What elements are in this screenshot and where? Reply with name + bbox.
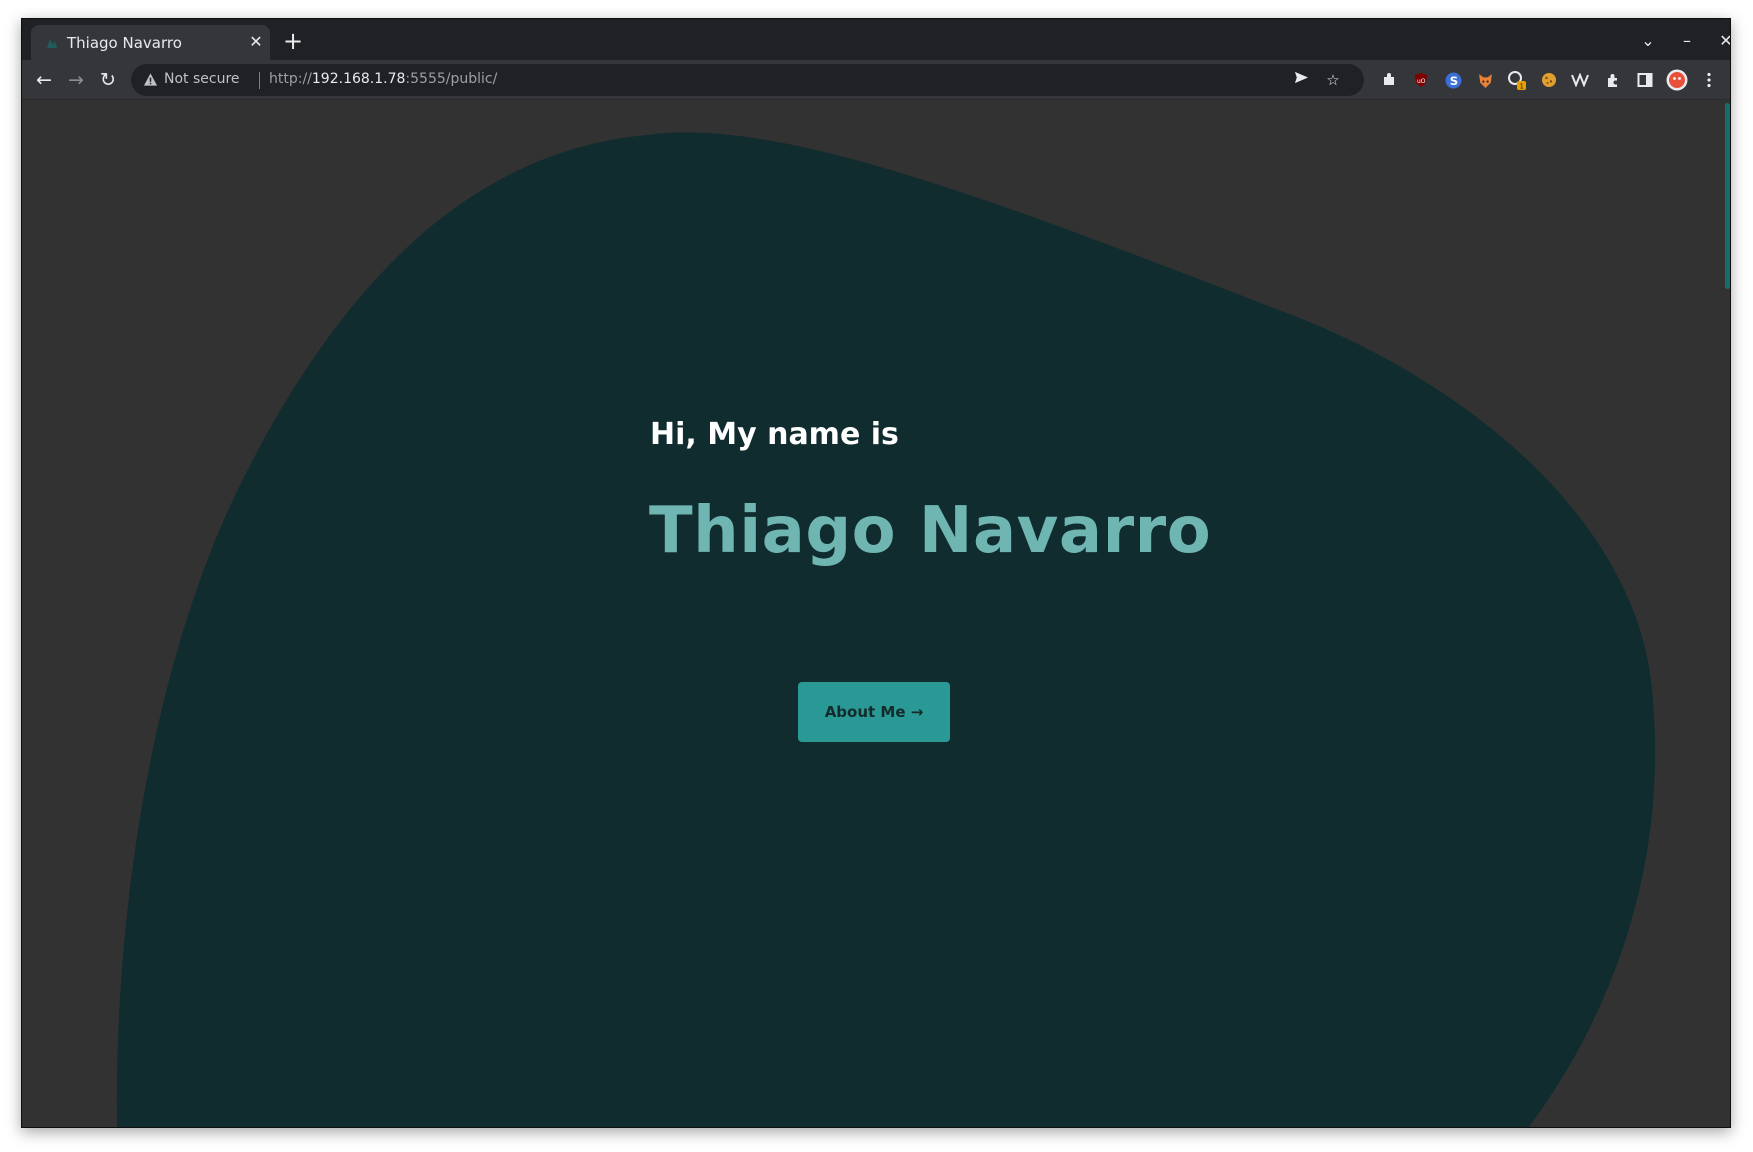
fox-extension-icon[interactable]: [1473, 68, 1497, 92]
menu-icon[interactable]: [1697, 68, 1721, 92]
url-scheme: http://: [269, 71, 312, 87]
scrollbar-thumb[interactable]: [1725, 103, 1730, 289]
page-viewport: Hi, My name is Thiago Navarro About Me →: [22, 101, 1730, 1127]
sync-extension-icon[interactable]: 1: [1505, 68, 1529, 92]
tab-search-chevron-icon[interactable]: ⌄: [1635, 28, 1661, 54]
extensions-icon[interactable]: [1601, 68, 1625, 92]
ublock-icon[interactable]: uO: [1409, 68, 1433, 92]
url-text[interactable]: http://192.168.1.78:5555/public/: [269, 71, 497, 87]
browser-toolbar: ← → ↻ Not secure http://192.168.1.78:555…: [22, 60, 1730, 100]
reload-button[interactable]: ↻: [96, 68, 120, 92]
hero-greeting: Hi, My name is: [650, 417, 899, 452]
url-host: 192.168.1.78: [311, 71, 406, 87]
s-extension-icon[interactable]: S: [1441, 68, 1465, 92]
about-me-button[interactable]: About Me →: [798, 682, 950, 742]
close-window-button[interactable]: ✕: [1713, 28, 1730, 54]
background-blob: [116, 132, 1656, 1127]
extension-puzzle-icon[interactable]: [1377, 68, 1401, 92]
send-icon[interactable]: [1290, 69, 1312, 91]
address-bar[interactable]: Not secure http://192.168.1.78:5555/publ…: [131, 64, 1364, 96]
profile-avatar[interactable]: [1665, 68, 1689, 92]
side-panel-icon[interactable]: [1633, 68, 1657, 92]
bookmark-star-icon[interactable]: ☆: [1322, 69, 1344, 91]
tab-title: Thiago Navarro: [67, 34, 182, 52]
hero-name: Thiago Navarro: [649, 494, 1212, 568]
warning-triangle-icon: [143, 73, 158, 86]
svg-text:S: S: [1449, 73, 1457, 87]
svg-text:uO: uO: [1417, 78, 1426, 85]
not-secure-label[interactable]: Not secure: [164, 71, 240, 87]
back-button[interactable]: ←: [32, 68, 56, 92]
omnibox-divider: [259, 72, 260, 89]
tab-strip: Thiago Navarro ✕ + ⌄ – ✕: [22, 19, 1730, 60]
cookie-extension-icon[interactable]: [1537, 68, 1561, 92]
tab-close-icon[interactable]: ✕: [246, 32, 266, 52]
site-favicon-icon: [47, 39, 57, 48]
new-tab-button[interactable]: +: [280, 29, 306, 55]
wappalyzer-icon[interactable]: [1569, 68, 1593, 92]
url-path: :5555/public/: [405, 71, 498, 87]
tab-active[interactable]: Thiago Navarro ✕: [31, 25, 270, 60]
minimize-button[interactable]: –: [1674, 28, 1700, 54]
extension-badge: 1: [1520, 83, 1524, 91]
forward-button[interactable]: →: [64, 68, 88, 92]
browser-window: Thiago Navarro ✕ + ⌄ – ✕ ← → ↻ Not secur…: [21, 18, 1731, 1128]
